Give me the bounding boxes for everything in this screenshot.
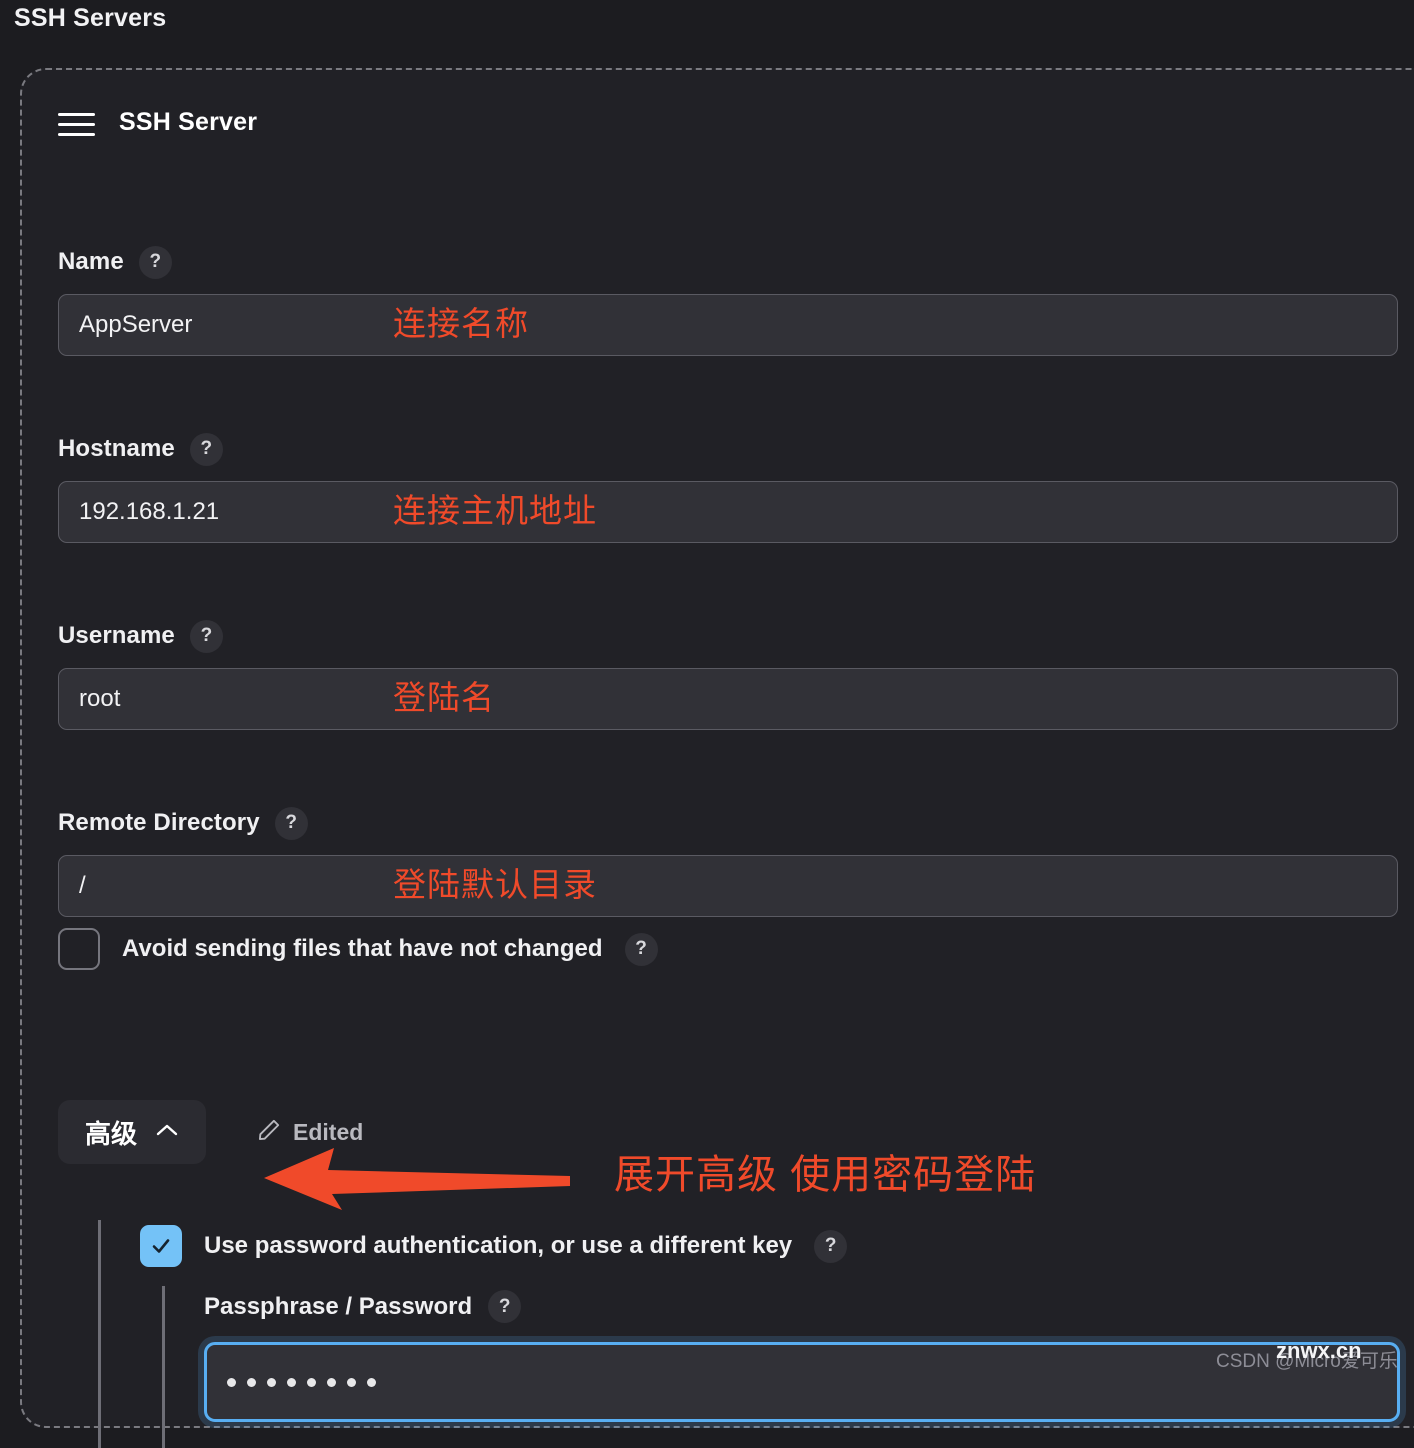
pencil-icon <box>256 1117 282 1148</box>
field-label: Hostname <box>58 435 175 462</box>
help-icon[interactable]: ? <box>488 1290 522 1323</box>
username-input[interactable]: root 登陆名 <box>58 668 1398 730</box>
edited-indicator: Edited <box>256 1117 363 1148</box>
field-hostname-label-row: Hostname ? <box>58 431 1398 467</box>
page-title: SSH Servers <box>14 4 167 32</box>
field-username-label-row: Username ? <box>58 618 1398 654</box>
use-password-auth-checkbox[interactable] <box>140 1225 182 1267</box>
help-icon[interactable]: ? <box>189 432 223 466</box>
help-icon[interactable]: ? <box>814 1229 848 1263</box>
card-title: SSH Server <box>119 108 258 136</box>
annotation-remote-directory: 登陆默认目录 <box>393 866 597 903</box>
indent-guide-inner <box>162 1286 165 1448</box>
hamburger-menu-icon[interactable] <box>58 110 95 136</box>
help-icon[interactable]: ? <box>624 932 658 966</box>
field-remote-directory: Remote Directory ? / 登陆默认目录 <box>58 805 1398 917</box>
edited-label: Edited <box>293 1118 364 1145</box>
avoid-sending-checkbox[interactable] <box>58 928 100 970</box>
site-watermark: znwx.cn <box>1276 1338 1362 1363</box>
card-header: SSH Server <box>58 108 257 137</box>
annotation-username: 登陆名 <box>393 679 495 716</box>
field-label: Remote Directory <box>58 809 260 836</box>
field-label: Username <box>58 622 175 649</box>
annotation-hostname: 连接主机地址 <box>393 492 597 529</box>
advanced-row: 高级 Edited <box>58 1100 363 1164</box>
card-content: SSH Server Name ? AppServer 连接名称 Hostnam… <box>22 70 1414 1448</box>
passphrase-masked-value <box>227 1377 376 1387</box>
annotation-name: 连接名称 <box>393 305 529 342</box>
passphrase-label: Passphrase / Password <box>204 1292 473 1320</box>
field-hostname: Hostname ? 192.168.1.21 连接主机地址 <box>58 431 1398 543</box>
use-password-auth-label: Use password authentication, or use a di… <box>204 1232 793 1259</box>
username-input-value: root <box>79 685 121 712</box>
indent-guide-outer <box>98 1220 101 1448</box>
name-input[interactable]: AppServer 连接名称 <box>58 294 1398 356</box>
advanced-toggle-button[interactable]: 高级 <box>58 1100 206 1164</box>
help-icon[interactable]: ? <box>189 619 223 653</box>
field-label: Name <box>58 248 124 275</box>
help-icon[interactable]: ? <box>274 806 308 840</box>
advanced-button-label: 高级 <box>84 1118 137 1149</box>
chevron-up-icon <box>155 1122 179 1143</box>
remote-directory-input[interactable]: / 登陆默认目录 <box>58 855 1398 917</box>
use-password-auth-row[interactable]: Use password authentication, or use a di… <box>140 1225 848 1267</box>
help-icon[interactable]: ? <box>138 245 172 279</box>
hostname-input[interactable]: 192.168.1.21 连接主机地址 <box>58 481 1398 543</box>
avoid-sending-row[interactable]: Avoid sending files that have not change… <box>58 928 658 970</box>
field-name: Name ? AppServer 连接名称 <box>58 244 1398 356</box>
avoid-sending-label: Avoid sending files that have not change… <box>122 935 603 962</box>
field-remote-directory-label-row: Remote Directory ? <box>58 805 1398 841</box>
hostname-input-value: 192.168.1.21 <box>79 498 220 525</box>
annotation-advanced: 展开高级 使用密码登陆 <box>614 1153 1037 1197</box>
ssh-server-card: SSH Server Name ? AppServer 连接名称 Hostnam… <box>20 68 1414 1448</box>
field-name-label-row: Name ? <box>58 244 1398 280</box>
field-username: Username ? root 登陆名 <box>58 618 1398 730</box>
remote-directory-input-value: / <box>79 872 86 899</box>
name-input-value: AppServer <box>79 311 193 338</box>
passphrase-label-row: Passphrase / Password ? <box>204 1290 522 1323</box>
